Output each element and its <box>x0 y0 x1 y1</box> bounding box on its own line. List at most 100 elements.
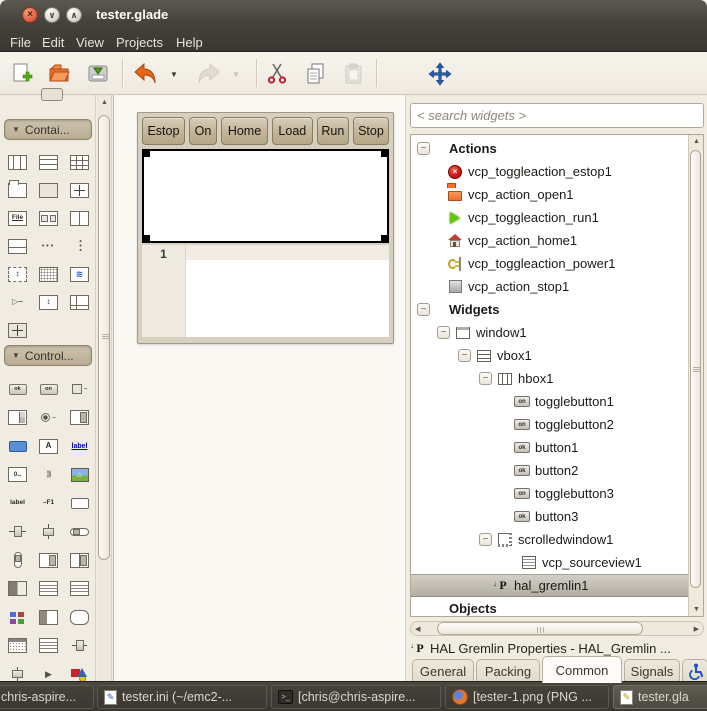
tab-general[interactable]: General <box>412 659 474 683</box>
image-icon[interactable]: ⌂ <box>71 468 89 482</box>
togglebutton-icon[interactable] <box>40 384 58 395</box>
minimize-button[interactable]: ∨ <box>44 7 60 23</box>
statusbar-icon[interactable] <box>70 610 89 625</box>
textview-icon[interactable] <box>39 581 58 596</box>
selection-handle[interactable] <box>142 149 150 157</box>
button-icon[interactable] <box>9 384 27 395</box>
radiobutton-icon[interactable] <box>39 410 58 425</box>
linkbutton-icon[interactable] <box>70 439 89 454</box>
tree-row-actions[interactable]: −Actions <box>411 137 703 160</box>
collapse-icon[interactable]: − <box>479 372 492 385</box>
filechooser-button-icon[interactable] <box>8 211 27 226</box>
tree-row-scrolledwindow1[interactable]: −scrolledwindow1 <box>411 528 703 551</box>
combobox-icon[interactable] <box>70 410 89 425</box>
progressbar-icon[interactable] <box>39 610 58 625</box>
maximize-button[interactable]: ∧ <box>66 7 82 23</box>
vscrollbar-icon[interactable] <box>14 552 22 568</box>
scroll-up-icon[interactable]: ▲ <box>689 138 704 145</box>
task-firefox-image[interactable]: [tester-1.png (PNG ... <box>445 685 609 709</box>
collapse-icon[interactable]: − <box>437 326 450 339</box>
entry-icon[interactable] <box>71 498 89 509</box>
save-file-button[interactable] <box>84 60 112 88</box>
collapse-icon[interactable]: − <box>458 349 471 362</box>
collapse-icon[interactable]: − <box>417 142 430 155</box>
design-button-home[interactable]: Home <box>221 117 268 145</box>
volumebutton-icon[interactable] <box>39 467 58 482</box>
design-hal-gremlin1-selected[interactable] <box>142 149 389 243</box>
scroll-right-icon[interactable]: ▶ <box>694 625 699 633</box>
hscale-icon[interactable] <box>8 524 27 539</box>
tree-row-button1[interactable]: okbutton1 <box>411 436 703 459</box>
selection-handle[interactable] <box>381 149 389 157</box>
task-glade-tester[interactable]: ✎ tester.gla <box>613 685 707 709</box>
design-canvas[interactable]: Estop On Home Load Run Stop 1 <box>113 95 405 681</box>
scrolledwindow-icon[interactable] <box>8 267 27 282</box>
new-file-button[interactable] <box>8 60 36 88</box>
tree-scrollbar[interactable]: ▲ ▼ <box>688 135 703 616</box>
textview-filled-icon[interactable] <box>70 581 89 596</box>
collapse-icon[interactable]: − <box>417 303 430 316</box>
vpaned-icon[interactable] <box>8 239 27 254</box>
tree-row-vbox1[interactable]: −vbox1 <box>411 344 703 367</box>
hseparator-dots-icon[interactable]: ••• <box>39 239 58 254</box>
tab-accessibility[interactable] <box>682 659 707 683</box>
tree-row-window1[interactable]: −window1 <box>411 321 703 344</box>
palette-section-controls[interactable]: ▼ Control... <box>4 345 92 366</box>
task-terminal[interactable]: >_ [chris@chris-aspire... <box>271 685 441 709</box>
tree-row-estop-action[interactable]: ×vcp_toggleaction_estop1 <box>411 160 703 183</box>
task-gedit-tester-ini[interactable]: ✎ tester.ini (~/emc2-... <box>97 685 267 709</box>
alignment-icon[interactable] <box>39 183 58 198</box>
tab-common[interactable]: Common <box>542 656 622 683</box>
iconview-icon[interactable] <box>8 610 27 625</box>
hpaned-icon[interactable] <box>70 211 89 226</box>
vseparator-icon[interactable] <box>8 667 27 682</box>
vseparator-dots-icon[interactable]: ••• <box>72 237 87 256</box>
accel-label-icon[interactable] <box>39 496 58 511</box>
expander-icon[interactable] <box>8 295 27 310</box>
tree-row-vcp-sourceview1[interactable]: vcp_sourceview1 <box>411 551 703 574</box>
tree-horizontal-scrollbar[interactable]: ◀ ▶ <box>410 621 704 636</box>
tree-row-togglebutton2[interactable]: ontogglebutton2 <box>411 413 703 436</box>
hbox-icon[interactable] <box>8 155 27 170</box>
handle-box-icon[interactable] <box>70 267 89 282</box>
menu-projects[interactable]: Projects <box>112 33 167 52</box>
copy-button[interactable] <box>302 60 330 88</box>
tree-row-togglebutton1[interactable]: ontogglebutton1 <box>411 390 703 413</box>
label-icon[interactable] <box>8 496 27 511</box>
table-icon[interactable] <box>70 155 89 170</box>
undo-dropdown-icon[interactable]: ▼ <box>170 70 178 79</box>
tree-row-stop-action[interactable]: vcp_action_stop1 <box>411 275 703 298</box>
vscale-icon[interactable] <box>39 524 58 539</box>
checkbutton-icon[interactable] <box>70 382 89 397</box>
tree-row-home-action[interactable]: vcp_action_home1 <box>411 229 703 252</box>
hscrollbar-icon[interactable] <box>70 528 89 536</box>
selection-handle[interactable] <box>381 235 389 243</box>
collapse-icon[interactable]: − <box>479 533 492 546</box>
design-button-on[interactable]: On <box>189 117 217 145</box>
design-window1[interactable]: Estop On Home Load Run Stop 1 <box>137 112 394 344</box>
tree-scrollbar-thumb[interactable] <box>690 150 701 588</box>
tree-row-open-action[interactable]: vcp_action_open1 <box>411 183 703 206</box>
tree-row-run-action[interactable]: vcp_toggleaction_run1 <box>411 206 703 229</box>
palette-scrollbar-thumb[interactable] <box>98 115 110 560</box>
design-vcp-sourceview1[interactable]: 1 <box>142 245 389 337</box>
tree-row-button2[interactable]: okbutton2 <box>411 459 703 482</box>
open-file-button[interactable] <box>46 60 74 88</box>
scroll-left-icon[interactable]: ◀ <box>415 625 420 633</box>
scroll-up-icon[interactable]: ▲ <box>97 99 112 106</box>
widget-tree[interactable]: −Actions ×vcp_toggleaction_estop1 vcp_ac… <box>410 134 704 617</box>
design-button-estop[interactable]: Estop <box>142 117 185 145</box>
fontbutton-icon[interactable] <box>39 439 58 454</box>
calendar-icon[interactable] <box>8 638 27 653</box>
tree-row-widgets[interactable]: −Widgets <box>411 298 703 321</box>
menu-edit[interactable]: Edit <box>38 33 68 52</box>
undo-button[interactable] <box>132 60 160 88</box>
design-button-run[interactable]: Run <box>317 117 349 145</box>
layout-icon[interactable] <box>8 323 27 338</box>
vbox-icon[interactable] <box>39 155 58 170</box>
search-input[interactable] <box>410 103 704 128</box>
notebook-icon[interactable] <box>70 295 89 310</box>
tree-row-hal-gremlin1[interactable]: hal_gremlin1 <box>411 574 688 597</box>
custom-widget-icon[interactable] <box>70 667 89 682</box>
togglebox-icon[interactable] <box>8 581 27 596</box>
